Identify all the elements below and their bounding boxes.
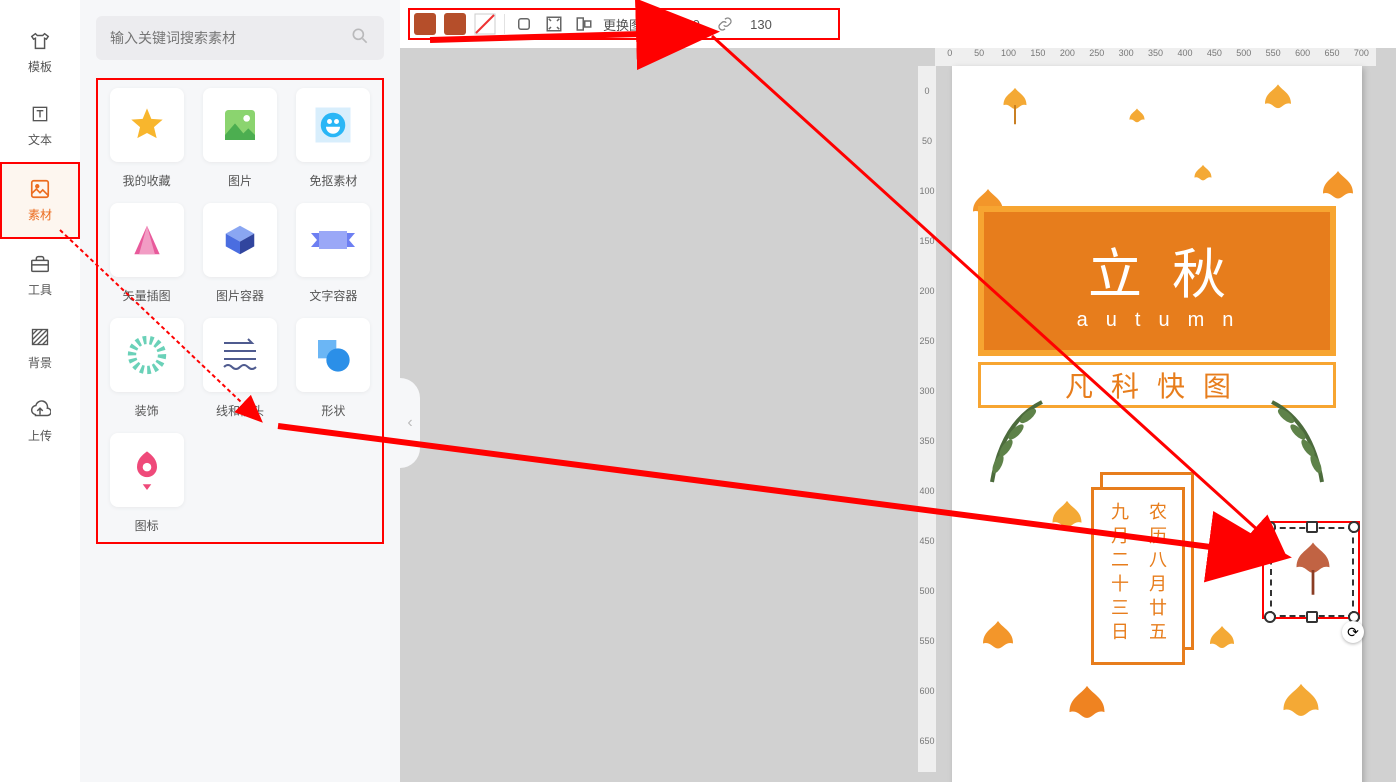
leaf-icon	[1186, 162, 1220, 196]
design-canvas[interactable]: 立秋 autumn 凡科快图 九月二十三日 农历八月廿五	[952, 66, 1362, 782]
nav-background-label: 背景	[28, 354, 52, 371]
asset-image-label: 图片	[228, 172, 252, 189]
poster-hero[interactable]: 立秋 autumn	[978, 206, 1336, 356]
asset-img-container-label: 图片容器	[216, 287, 264, 304]
asset-shapes[interactable]: 形状	[293, 318, 374, 419]
nav-template[interactable]: 模板	[0, 16, 80, 89]
asset-lines[interactable]: 线和箭头	[199, 318, 280, 419]
rotate-handle[interactable]: ⟳	[1342, 621, 1364, 643]
asset-panel: 我的收藏 图片 免抠素材 矢量插图 图片容器 文字容器 装饰 线和箭头	[80, 0, 400, 782]
nav-upload-label: 上传	[28, 427, 52, 444]
leaf-icon	[1252, 80, 1304, 132]
asset-cutout-label: 免抠素材	[309, 172, 357, 189]
leaf-icon	[1266, 678, 1336, 748]
garland-right-icon	[1262, 392, 1362, 492]
nav-upload[interactable]: 上传	[0, 385, 80, 458]
nav-text-label: 文本	[28, 131, 52, 148]
garland-left-icon	[952, 392, 1052, 492]
fit-icon[interactable]	[543, 13, 565, 35]
background-icon	[29, 326, 51, 348]
color-swatch-2[interactable]	[444, 13, 466, 35]
poster-title: 立秋	[1088, 230, 1256, 309]
color-swatch-1[interactable]	[414, 13, 436, 35]
asset-shapes-label: 形状	[321, 402, 345, 419]
resize-handle-ne[interactable]	[1348, 521, 1360, 533]
panel-collapse-handle[interactable]: ‹	[400, 378, 420, 468]
asset-text-container[interactable]: 文字容器	[293, 203, 374, 304]
leaf-icon	[968, 616, 1028, 676]
leaf-icon	[1198, 622, 1246, 670]
context-toolbar: 更换图片 120 130	[408, 8, 840, 40]
asset-lines-label: 线和箭头	[216, 402, 264, 419]
asset-icons[interactable]: 图标	[106, 433, 187, 534]
nav-background[interactable]: 背景	[0, 312, 80, 385]
asset-image[interactable]: 图片	[199, 88, 280, 189]
maple-leaf-icon	[1280, 537, 1346, 603]
no-color-icon[interactable]	[474, 13, 496, 35]
search-icon[interactable]	[350, 26, 370, 51]
text-icon	[29, 103, 51, 125]
width-value[interactable]: 120	[672, 17, 706, 32]
nav-template-label: 模板	[28, 58, 52, 75]
replace-image-button[interactable]: 更换图片	[603, 15, 655, 34]
nav-material[interactable]: 素材	[0, 162, 80, 239]
asset-favorites[interactable]: 我的收藏	[106, 88, 187, 189]
leaf-icon	[1038, 496, 1096, 554]
date-left: 九月二十三日	[1106, 502, 1132, 650]
leaf-icon	[992, 84, 1038, 130]
resize-handle-s[interactable]	[1306, 611, 1318, 623]
tshirt-icon	[29, 30, 51, 52]
ruler-vertical: 050100150200250300350400450500550600650	[918, 66, 936, 772]
toolbox-icon	[29, 253, 51, 275]
asset-decor-label: 装饰	[135, 402, 159, 419]
asset-vector[interactable]: 矢量插图	[106, 203, 187, 304]
nav-tools[interactable]: 工具	[0, 239, 80, 312]
nav-text[interactable]: 文本	[0, 89, 80, 162]
asset-img-container[interactable]: 图片容器	[199, 203, 280, 304]
leaf-icon	[1052, 680, 1122, 750]
asset-decor[interactable]: 装饰	[106, 318, 187, 419]
asset-cutout[interactable]: 免抠素材	[293, 88, 374, 189]
align-icon[interactable]	[573, 13, 595, 35]
date-right: 农历八月廿五	[1144, 502, 1170, 650]
asset-favorites-label: 我的收藏	[123, 172, 171, 189]
poster-date-frame[interactable]: 九月二十三日 农历八月廿五	[1100, 472, 1194, 650]
resize-handle-nw[interactable]	[1264, 521, 1276, 533]
asset-vector-label: 矢量插图	[123, 287, 171, 304]
nav-material-label: 素材	[28, 206, 52, 223]
selection-frame: ⟳	[1262, 521, 1360, 619]
search-bar	[96, 16, 384, 60]
asset-text-container-label: 文字容器	[309, 287, 357, 304]
crop-icon[interactable]	[513, 13, 535, 35]
leaf-icon	[1122, 106, 1152, 136]
search-input[interactable]	[110, 30, 350, 46]
resize-handle-n[interactable]	[1306, 521, 1318, 533]
nav-tools-label: 工具	[28, 281, 52, 298]
resize-handle-sw[interactable]	[1264, 611, 1276, 623]
height-value[interactable]: 130	[744, 17, 778, 32]
material-icon	[29, 178, 51, 200]
asset-icons-label: 图标	[135, 517, 159, 534]
poster-subtitle: autumn	[1077, 309, 1252, 332]
selected-element[interactable]	[1270, 527, 1354, 617]
upload-icon	[29, 399, 51, 421]
link-icon[interactable]	[714, 13, 736, 35]
ruler-horizontal: 0501001502002503003504004505005506006507…	[935, 48, 1376, 66]
